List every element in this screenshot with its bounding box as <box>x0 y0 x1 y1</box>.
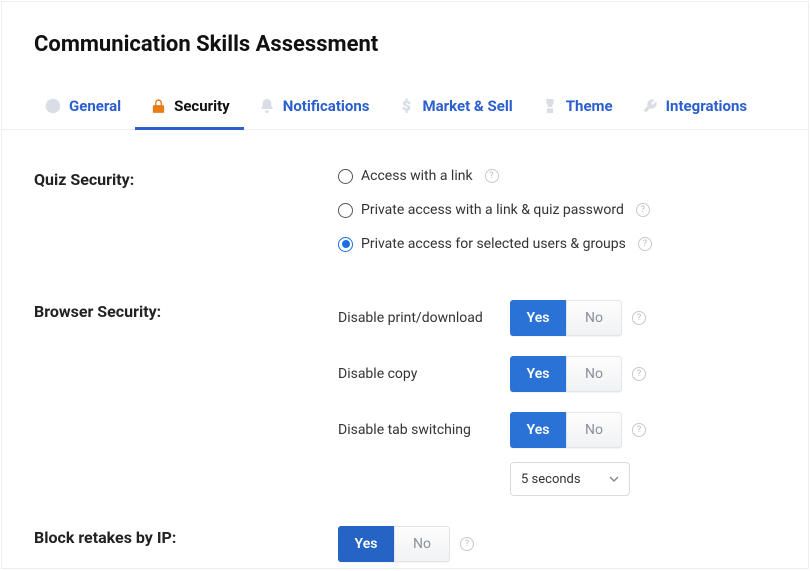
block-retakes-section: Block retakes by IP: Yes No ? <box>34 526 808 562</box>
radio-icon <box>338 169 353 184</box>
no-button[interactable]: No <box>566 300 622 336</box>
yes-button[interactable]: Yes <box>510 412 566 448</box>
toggle-block-retakes: Yes No ? <box>338 526 808 562</box>
radio-label: Private access for selected users & grou… <box>361 236 626 252</box>
no-button[interactable]: No <box>566 356 622 392</box>
toggle-label: Disable tab switching <box>338 422 510 438</box>
tabs-bar: General Security Notifications Market & … <box>2 91 808 130</box>
tab-notifications[interactable]: Notifications <box>244 91 384 129</box>
yes-no-toggle: Yes No <box>510 412 622 448</box>
dollar-icon <box>397 97 415 115</box>
yes-button[interactable]: Yes <box>510 300 566 336</box>
help-icon[interactable]: ? <box>460 537 474 551</box>
section-label: Block retakes by IP: <box>34 526 338 547</box>
yes-no-toggle: Yes No <box>338 526 450 562</box>
toggle-disable-copy: Disable copy Yes No ? <box>338 356 808 392</box>
help-icon[interactable]: ? <box>638 237 652 251</box>
brush-icon <box>541 97 559 115</box>
tab-general[interactable]: General <box>30 91 135 129</box>
help-icon[interactable]: ? <box>632 311 646 325</box>
help-icon[interactable]: ? <box>636 203 650 217</box>
toggle-label: Disable print/download <box>338 310 510 326</box>
select-value: 5 seconds <box>521 472 581 487</box>
toggle-label: Disable copy <box>338 366 510 382</box>
page-title: Communication Skills Assessment <box>2 2 808 57</box>
radio-label: Access with a link <box>361 168 473 184</box>
tab-theme[interactable]: Theme <box>527 91 627 129</box>
radio-private-password[interactable]: Private access with a link & quiz passwo… <box>338 202 808 218</box>
radio-private-users-groups[interactable]: Private access for selected users & grou… <box>338 236 808 252</box>
chevron-down-icon <box>609 474 619 484</box>
tab-market-sell[interactable]: Market & Sell <box>383 91 526 129</box>
bell-icon <box>258 97 276 115</box>
tab-label: Integrations <box>666 97 747 115</box>
yes-button[interactable]: Yes <box>338 526 394 562</box>
toggle-disable-tab-switching: Disable tab switching Yes No ? <box>338 412 808 448</box>
yes-no-toggle: Yes No <box>510 300 622 336</box>
yes-no-toggle: Yes No <box>510 356 622 392</box>
browser-security-section: Browser Security: Disable print/download… <box>34 300 808 496</box>
toggle-disable-print-download: Disable print/download Yes No ? <box>338 300 808 336</box>
tab-switch-timeout-select[interactable]: 5 seconds <box>510 462 630 496</box>
tab-label: Theme <box>566 97 613 115</box>
tab-label: Notifications <box>283 97 370 115</box>
yes-button[interactable]: Yes <box>510 356 566 392</box>
wrench-icon <box>641 97 659 115</box>
radio-label: Private access with a link & quiz passwo… <box>361 202 624 218</box>
tab-security[interactable]: Security <box>135 91 244 129</box>
no-button[interactable]: No <box>566 412 622 448</box>
tab-label: General <box>69 97 121 115</box>
check-circle-icon <box>44 97 62 115</box>
tab-label: Market & Sell <box>422 97 512 115</box>
radio-access-link[interactable]: Access with a link ? <box>338 168 808 184</box>
help-icon[interactable]: ? <box>632 367 646 381</box>
tab-label: Security <box>174 97 230 115</box>
help-icon[interactable]: ? <box>632 423 646 437</box>
radio-icon <box>338 237 353 252</box>
no-button[interactable]: No <box>394 526 450 562</box>
section-label: Browser Security: <box>34 300 338 321</box>
lock-icon <box>149 97 167 115</box>
section-label: Quiz Security: <box>34 168 338 189</box>
help-icon[interactable]: ? <box>485 169 499 183</box>
quiz-security-section: Quiz Security: Access with a link ? Priv… <box>34 168 808 270</box>
tab-integrations[interactable]: Integrations <box>627 91 761 129</box>
radio-icon <box>338 203 353 218</box>
